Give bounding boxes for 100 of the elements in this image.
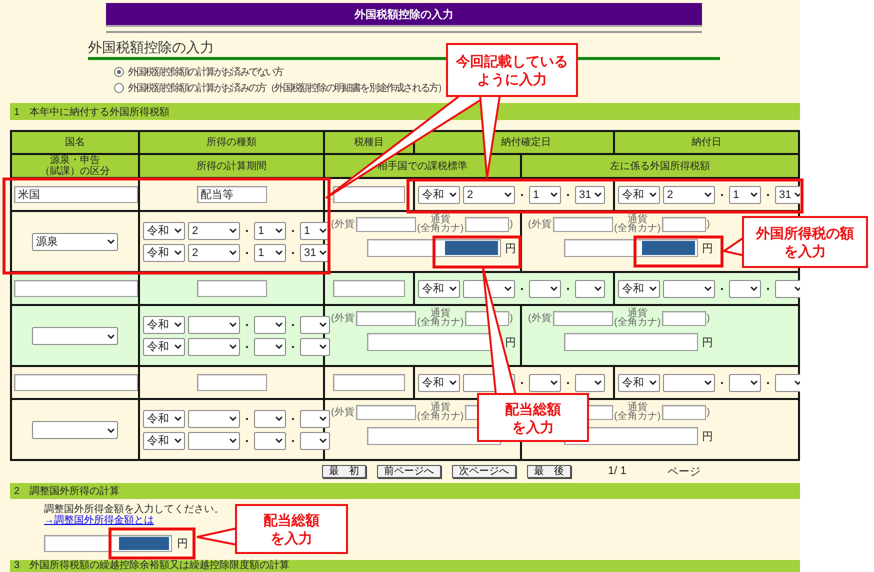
dropdown[interactable]: 令和 xyxy=(143,432,185,450)
dropdown[interactable] xyxy=(529,280,561,298)
dropdown[interactable]: 2 xyxy=(188,222,240,240)
input-field[interactable] xyxy=(662,216,706,232)
dropdown[interactable]: 令和 xyxy=(143,244,185,262)
dropdown[interactable] xyxy=(300,316,330,334)
input-field[interactable] xyxy=(333,280,405,297)
option-label: 外国税額控除額の計算がお済みでない方 xyxy=(128,66,283,79)
dropdown[interactable]: 1 xyxy=(254,244,286,262)
input-field[interactable] xyxy=(333,374,405,391)
dropdown[interactable] xyxy=(254,410,286,428)
dropdown[interactable] xyxy=(663,374,715,392)
dropdown[interactable] xyxy=(254,432,286,450)
input-field[interactable] xyxy=(356,404,416,420)
input-field[interactable] xyxy=(196,280,266,297)
dropdown[interactable]: 令和 xyxy=(418,186,460,204)
input-field[interactable] xyxy=(14,374,138,391)
input-field[interactable]: 米国 xyxy=(14,186,138,203)
closing-paren: ) xyxy=(706,406,710,418)
input-field[interactable] xyxy=(333,186,405,203)
dropdown[interactable] xyxy=(188,316,240,334)
input-field[interactable] xyxy=(564,239,698,257)
page-button[interactable]: 次ページへ xyxy=(452,464,516,478)
page-button[interactable]: 前ページへ xyxy=(377,464,441,478)
dropdown[interactable] xyxy=(254,338,286,356)
dropdown[interactable] xyxy=(188,410,240,428)
dropdown[interactable]: 源泉 xyxy=(32,232,118,251)
caret-icon xyxy=(229,438,237,443)
dropdown[interactable]: 令和 xyxy=(143,410,185,428)
dropdown[interactable]: 令和 xyxy=(418,374,460,392)
callout-text: を入力 xyxy=(270,529,312,547)
dropdown[interactable]: 31 xyxy=(575,186,605,204)
redaction-block xyxy=(445,241,498,255)
currency-label: (全角カナ) xyxy=(417,412,464,421)
column-header: （賦課）の区分 xyxy=(39,166,111,177)
dropdown[interactable]: 1 xyxy=(254,222,286,240)
dropdown[interactable]: 2 xyxy=(463,186,515,204)
input-field[interactable] xyxy=(464,216,509,232)
dropdown[interactable] xyxy=(463,280,515,298)
input-field[interactable] xyxy=(553,216,613,232)
dropdown[interactable] xyxy=(300,432,330,450)
input-field[interactable] xyxy=(662,404,706,420)
dropdown[interactable]: 2 xyxy=(188,244,240,262)
dropdown[interactable] xyxy=(575,280,605,298)
caret-icon xyxy=(750,380,758,385)
radio-button[interactable] xyxy=(114,67,124,77)
caret-icon xyxy=(275,322,283,327)
dropdown[interactable]: 1 xyxy=(529,186,561,204)
currency-label: (全角カナ) xyxy=(614,224,661,233)
dropdown[interactable] xyxy=(300,338,330,356)
dropdown[interactable] xyxy=(188,432,240,450)
currency-label: 通貨 xyxy=(627,309,648,318)
radio-button[interactable] xyxy=(114,83,124,93)
caret-icon xyxy=(174,438,182,443)
dropdown[interactable] xyxy=(775,280,800,298)
dropdown[interactable] xyxy=(729,374,761,392)
dropdown[interactable]: 令和 xyxy=(618,186,660,204)
input-field[interactable] xyxy=(662,310,706,326)
currency-label: (全角カナ) xyxy=(417,224,464,233)
dropdown[interactable]: 令和 xyxy=(143,338,185,356)
dropdown[interactable]: 令和 xyxy=(618,374,660,392)
page-button[interactable]: 最 後 xyxy=(527,464,571,478)
dropdown[interactable] xyxy=(300,410,330,428)
closing-paren: ) xyxy=(510,218,514,230)
input-field[interactable] xyxy=(356,216,416,232)
dropdown[interactable] xyxy=(32,421,118,440)
dropdown[interactable]: 令和 xyxy=(143,316,185,334)
dropdown[interactable] xyxy=(575,374,605,392)
caret-icon xyxy=(229,344,237,349)
dropdown[interactable]: 令和 xyxy=(143,222,185,240)
dropdown[interactable] xyxy=(188,338,240,356)
dropdown[interactable] xyxy=(775,374,800,392)
input-field[interactable] xyxy=(356,310,416,326)
dropdown[interactable] xyxy=(663,280,715,298)
dropdown[interactable]: 令和 xyxy=(618,280,660,298)
dropdown[interactable]: 31 xyxy=(775,186,800,204)
input-field[interactable] xyxy=(367,239,501,257)
caret-icon xyxy=(275,416,283,421)
dropdown[interactable]: 1 xyxy=(729,186,761,204)
caret-icon xyxy=(319,322,327,327)
input-field[interactable] xyxy=(564,333,698,351)
dropdown[interactable]: 31 xyxy=(300,244,330,262)
help-link[interactable]: →調整国外所得金額とは xyxy=(44,515,154,526)
dropdown[interactable]: 1 xyxy=(300,222,330,240)
dropdown[interactable] xyxy=(729,280,761,298)
input-field[interactable] xyxy=(14,280,138,297)
dropdown[interactable] xyxy=(32,327,118,346)
yen-unit: 円 xyxy=(702,430,713,444)
input-field[interactable] xyxy=(553,310,613,326)
section-bar: 1 本年中に納付する外国所得税額 xyxy=(10,103,800,120)
page-button[interactable]: 最 初 xyxy=(322,464,366,478)
dropdown[interactable]: 令和 xyxy=(418,280,460,298)
dropdown[interactable] xyxy=(529,374,561,392)
dropdown[interactable]: 2 xyxy=(663,186,715,204)
caret-icon xyxy=(704,192,712,197)
input-field[interactable] xyxy=(196,374,266,391)
dropdown[interactable] xyxy=(254,316,286,334)
column-header: 納付日 xyxy=(614,131,799,154)
input-field[interactable]: 配当等 xyxy=(196,186,266,203)
input-field[interactable] xyxy=(44,535,172,552)
